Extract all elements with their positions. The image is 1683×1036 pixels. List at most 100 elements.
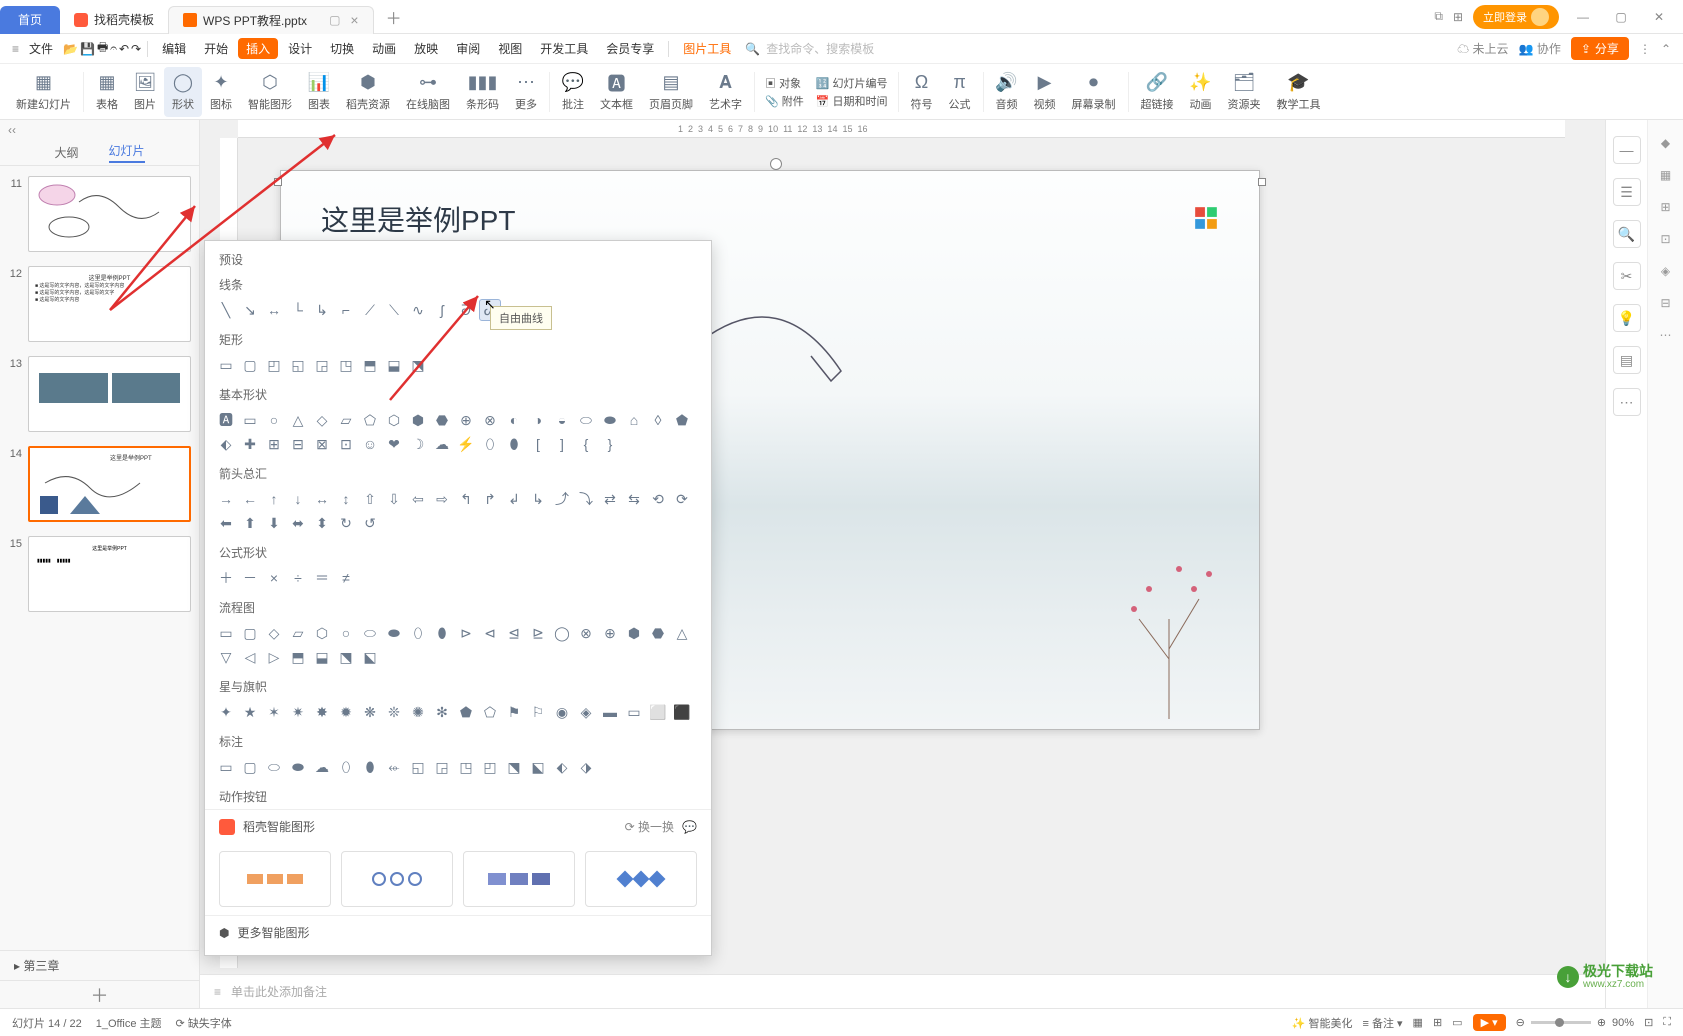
tab-slides[interactable]: 幻灯片 — [109, 142, 145, 163]
collaborate-button[interactable]: 👥 协作 — [1519, 40, 1561, 57]
shape-curve1[interactable]: ⟋ — [359, 299, 381, 321]
menu-slideshow[interactable]: 放映 — [406, 38, 446, 59]
ribbon-object[interactable]: ▣ 对象 — [765, 75, 804, 91]
far-icon-4[interactable]: ⊡ — [1660, 232, 1670, 246]
smart-item-1[interactable] — [219, 851, 331, 907]
shape-elbow-arrow[interactable]: ↳ — [311, 299, 333, 321]
undo-icon[interactable]: ↶ — [119, 42, 129, 56]
tool-crop[interactable]: ✂ — [1613, 262, 1641, 290]
share-button[interactable]: ⇪ 分享 — [1571, 37, 1629, 60]
shape-curve2[interactable]: ⟍ — [383, 299, 405, 321]
menu-vip[interactable]: 会员专享 — [598, 38, 662, 59]
menu-devtools[interactable]: 开发工具 — [532, 38, 596, 59]
resize-handle-ne[interactable] — [1258, 178, 1266, 186]
status-missing-font[interactable]: ⟳ 缺失字体 — [176, 1015, 232, 1031]
smart-item-4[interactable] — [585, 851, 697, 907]
menu-design[interactable]: 设计 — [280, 38, 320, 59]
add-slide-button[interactable]: ＋ — [0, 980, 199, 1008]
far-icon-1[interactable]: ◆ — [1661, 136, 1670, 150]
redo-icon[interactable]: ↷ — [131, 42, 141, 56]
open-icon[interactable]: 📂 — [63, 42, 78, 56]
shape-curve3[interactable]: ∿ — [407, 299, 429, 321]
refresh-button[interactable]: ⟳ 换一换 — [625, 818, 674, 835]
menu-picture-tools[interactable]: 图片工具 — [675, 38, 739, 59]
cloud-status[interactable]: ☁ 未上云 — [1457, 40, 1508, 57]
more-icon[interactable]: ⋮ — [1639, 42, 1651, 56]
shape-snip1[interactable]: ◰ — [263, 354, 285, 376]
shape-snip4[interactable]: ◳ — [335, 354, 357, 376]
view-sorter-icon[interactable]: ⊞ — [1433, 1016, 1442, 1029]
thumb-12[interactable]: 12这里是举例PPT■ 这是写的文字内容，这是写的文字内容■ 这是写的文字内容，… — [0, 262, 199, 352]
shape-elbow[interactable]: └ — [287, 299, 309, 321]
ribbon-screenrec[interactable]: ⏺屏幕录制 — [1064, 67, 1124, 117]
ribbon-comment[interactable]: 💬批注 — [554, 67, 592, 117]
maximize-button[interactable]: ▢ — [1607, 10, 1635, 24]
shape-freeform[interactable]: ᘐ — [455, 299, 477, 321]
shape-arrow-line[interactable]: ↘ — [239, 299, 261, 321]
tab-home[interactable]: 首页 — [0, 6, 60, 34]
chapter-label[interactable]: ▸ 第三章 — [0, 950, 199, 980]
far-icon-2[interactable]: ▦ — [1660, 168, 1671, 182]
menu-view[interactable]: 视图 — [490, 38, 530, 59]
ribbon-headerfooter[interactable]: ▤页眉页脚 — [641, 67, 701, 117]
status-beautify[interactable]: ✨ 智能美化 — [1292, 1015, 1353, 1031]
smart-shapes-header[interactable]: 稻壳智能图形 ⟳ 换一换 💬 — [205, 809, 711, 843]
thumb-15[interactable]: 15这里是举例PPT▮▮▮▮▮▮▮▮▮▮ — [0, 532, 199, 622]
more-smart-shapes[interactable]: ⬢ 更多智能图形 — [205, 915, 711, 949]
expand-icon[interactable]: ⌃ — [1661, 42, 1671, 56]
hamburger-icon[interactable]: ≡ — [12, 42, 19, 56]
shape-round1[interactable]: ⬒ — [359, 354, 381, 376]
rotate-handle[interactable] — [770, 158, 782, 170]
minimize-button[interactable]: — — [1569, 10, 1597, 24]
ribbon-more[interactable]: ⋯更多 — [507, 67, 545, 117]
ribbon-icon[interactable]: ✦图标 — [202, 67, 240, 117]
ribbon-datetime[interactable]: 📅 日期和时间 — [816, 93, 888, 109]
expand-icon[interactable]: ⛶ — [1663, 1016, 1671, 1029]
shape-rect[interactable]: ▭ — [215, 354, 237, 376]
ribbon-anim[interactable]: ✨动画 — [1182, 67, 1220, 117]
menu-review[interactable]: 审阅 — [448, 38, 488, 59]
status-notes[interactable]: ≡ 备注 ▾ — [1362, 1015, 1402, 1031]
shape-elbow2[interactable]: ⌐ — [335, 299, 357, 321]
shape-round2[interactable]: ⬓ — [383, 354, 405, 376]
ribbon-reslib[interactable]: 🗂资源夹 — [1220, 67, 1269, 117]
ribbon-picture[interactable]: 🖼图片 — [126, 67, 164, 117]
ribbon-video[interactable]: ▶视频 — [1026, 67, 1064, 117]
layout-icon[interactable]: ⧉ — [1434, 9, 1443, 24]
shape-textbox[interactable]: 🅰 — [215, 409, 237, 431]
ribbon-textbox[interactable]: 🅰文本框 — [592, 67, 641, 117]
shape-snip2[interactable]: ◱ — [287, 354, 309, 376]
save-icon[interactable]: 💾 — [80, 42, 95, 56]
shape-snip3[interactable]: ◲ — [311, 354, 333, 376]
ribbon-attach[interactable]: 📎 附件 — [765, 93, 804, 109]
smart-item-2[interactable] — [341, 851, 453, 907]
shape-round3[interactable]: ⬔ — [407, 354, 429, 376]
fit-icon[interactable]: ⊡ — [1644, 1016, 1653, 1029]
view-reading-icon[interactable]: ▭ — [1452, 1016, 1462, 1029]
tool-idea[interactable]: 💡 — [1613, 304, 1641, 332]
zoom-out-icon[interactable]: ⊖ — [1516, 1016, 1525, 1029]
menu-file[interactable]: 文件 — [21, 38, 61, 59]
print-icon[interactable]: 🖶 — [97, 38, 108, 59]
login-button[interactable]: 立即登录 — [1473, 5, 1559, 29]
thumb-13[interactable]: 13 — [0, 352, 199, 442]
far-icon-6[interactable]: ⊟ — [1660, 296, 1670, 310]
tool-minus[interactable]: — — [1613, 136, 1641, 164]
thumb-14[interactable]: 14这里是举例PPT — [0, 442, 199, 532]
search-icon[interactable]: 🔍 — [745, 42, 760, 56]
ribbon-new-slide[interactable]: ▦新建幻灯片 — [8, 67, 79, 117]
zoom-slider[interactable] — [1531, 1021, 1591, 1024]
collapse-icon[interactable]: ‹‹ — [8, 123, 16, 137]
ribbon-chart[interactable]: 📊图表 — [300, 67, 338, 117]
ribbon-smartart[interactable]: ⬡智能图形 — [240, 67, 300, 117]
far-icon-3[interactable]: ⊞ — [1660, 200, 1670, 214]
zoom-control[interactable]: ⊖ ⊕ 90% — [1516, 1016, 1634, 1029]
zoom-in-icon[interactable]: ⊕ — [1597, 1016, 1606, 1029]
play-button[interactable]: ▶ ▾ — [1473, 1014, 1506, 1031]
far-icon-7[interactable]: ⋯ — [1660, 328, 1672, 342]
ribbon-barcode[interactable]: ▮▮▮条形码 — [458, 67, 507, 117]
notes-bar[interactable]: ≡ 单击此处添加备注 — [200, 974, 1605, 1008]
resize-handle-nw[interactable] — [274, 178, 282, 186]
shape-scribble[interactable]: ʃ — [431, 299, 453, 321]
menu-start[interactable]: 开始 — [196, 38, 236, 59]
